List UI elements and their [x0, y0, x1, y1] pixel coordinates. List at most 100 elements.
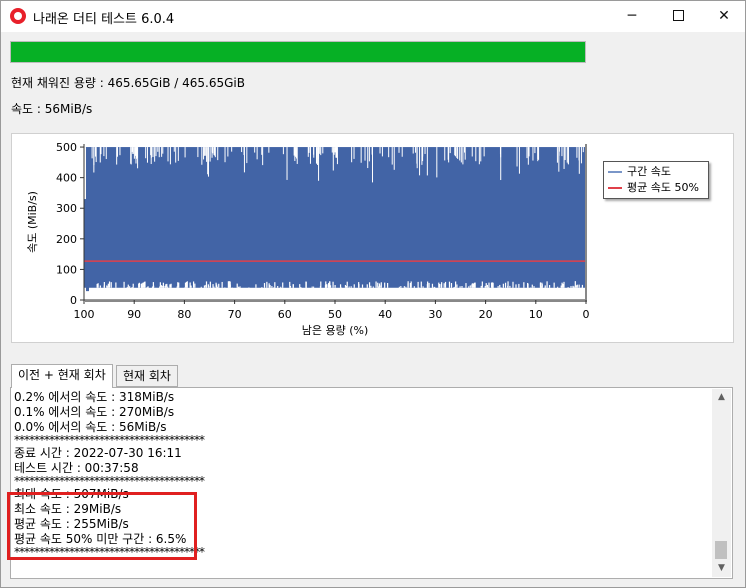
log-line: 0.2% 에서의 속도 : 318MiB/s	[14, 390, 175, 404]
speed-drop-spike	[154, 147, 156, 162]
y-axis-title: 속도 (MiB/s)	[26, 191, 39, 253]
speed-floor-notch	[123, 281, 125, 288]
speed-floor-notch	[456, 284, 458, 288]
speed-drop-spike	[388, 147, 390, 158]
speed-drop-spike	[91, 147, 93, 159]
speed-summary-highlight-box	[7, 492, 197, 560]
speed-floor-notch	[486, 284, 489, 288]
speed-floor-notch	[468, 286, 470, 288]
speed-drop-spike	[95, 147, 97, 163]
y-axis-ticks: 0 100 200 300 400 500	[56, 141, 84, 307]
speed-drop-spike	[169, 147, 171, 165]
speed-drop-spike	[372, 147, 374, 183]
speed-drop-spike	[146, 147, 148, 163]
speed-drop-spike	[296, 147, 298, 164]
speed-floor-notch	[384, 282, 386, 288]
speed-drop-spike	[315, 147, 317, 164]
speed-drop-spike	[353, 147, 355, 159]
speed-floor-notch	[192, 281, 195, 288]
speed-floor-notch	[228, 286, 230, 288]
maximize-button[interactable]	[655, 1, 701, 32]
speed-floor-notch	[274, 282, 276, 288]
log-scrollbar[interactable]: ▲ ▼	[712, 389, 731, 577]
legend-swatch	[608, 171, 622, 173]
maximize-icon	[672, 9, 684, 21]
speed-floor-notch	[339, 284, 342, 288]
scroll-up-icon[interactable]: ▲	[712, 389, 731, 406]
speed-floor-notch	[398, 286, 401, 288]
log-separator: **************************************	[14, 433, 205, 447]
speed-drop-spike	[116, 147, 118, 157]
speed-floor-notch	[375, 281, 377, 288]
speed-drop-spike	[243, 147, 245, 173]
chart-legend: 구간 속도 평균 속도 50%	[603, 161, 709, 199]
speed-floor-notch	[418, 287, 420, 288]
speed-floor-notch	[377, 286, 380, 288]
minimize-button[interactable]: ─	[609, 1, 655, 32]
log-line: 종료 시간 : 2022-07-30 16:11	[14, 446, 182, 460]
speed-drop-spike	[177, 147, 179, 161]
speed-floor-notch	[350, 286, 352, 288]
speed-drop-spike	[459, 147, 461, 161]
speed-drop-spike	[157, 147, 159, 152]
speed-floor-notch	[368, 282, 371, 288]
log-line: 0.1% 에서의 속도 : 270MiB/s	[14, 405, 175, 419]
speed-drop-spike	[167, 147, 169, 162]
speed-drop-spike	[499, 147, 501, 155]
scroll-thumb[interactable]	[715, 541, 727, 559]
speed-drop-spike	[582, 147, 584, 153]
speed-drop-spike	[103, 147, 105, 157]
speed-floor-notch	[292, 284, 294, 288]
scroll-down-icon[interactable]: ▼	[712, 560, 731, 577]
title-bar[interactable]: 나래온 더티 테스트 6.0.4 ─ ✕	[1, 1, 745, 32]
speed-drop-spike	[197, 147, 199, 158]
speed-floor-notch	[327, 284, 329, 288]
tab-previous-and-current[interactable]: 이전 + 현재 회차	[11, 364, 113, 388]
speed-floor-notch	[386, 283, 389, 288]
speed-floor-notch	[422, 286, 424, 288]
speed-floor-notch	[169, 284, 171, 288]
speed-floor-notch	[492, 283, 494, 288]
speed-floor-notch	[142, 282, 144, 288]
speed-drop-spike	[368, 147, 370, 162]
speed-floor-notch	[403, 286, 405, 288]
speed-floor-notch	[261, 287, 263, 288]
speed-drop-spike	[161, 147, 163, 157]
speed-floor-notch	[190, 285, 192, 288]
speed-drop-spike	[93, 147, 95, 166]
speed-drop-spike	[537, 147, 539, 162]
speed-drop-spike	[334, 147, 336, 153]
speed-drop-spike	[203, 147, 205, 160]
speed-drop-spike	[393, 147, 395, 170]
speed-floor-notch	[132, 283, 134, 288]
speed-floor-notch	[507, 285, 509, 288]
speed-floor-notch	[575, 285, 577, 288]
speed-drop-spike	[105, 147, 107, 160]
speed-floor-notch	[221, 281, 223, 288]
speed-floor-notch	[263, 283, 266, 288]
speed-floor-notch	[499, 284, 501, 288]
speed-floor-notch	[358, 284, 360, 288]
legend-label: 평균 속도 50%	[627, 181, 699, 194]
speed-drop-spike	[333, 147, 335, 155]
speed-drop-spike	[471, 147, 473, 157]
legend-item-interval-speed: 구간 속도	[608, 164, 671, 180]
speed-floor-notch	[207, 284, 209, 288]
speed-drop-spike	[256, 147, 258, 160]
speed-floor-notch	[531, 284, 533, 288]
speed-floor-notch	[162, 282, 164, 288]
speed-floor-notch	[203, 285, 206, 288]
speed-floor-notch	[280, 286, 282, 288]
tab-current[interactable]: 현재 회차	[116, 365, 178, 387]
app-logo-icon	[10, 8, 26, 24]
close-button[interactable]: ✕	[701, 1, 746, 32]
speed-floor-notch	[110, 282, 112, 288]
speed-floor-notch	[448, 281, 451, 288]
speed-drop-spike	[478, 147, 480, 165]
speed-drop-spike	[145, 147, 147, 159]
speed-floor-notch	[282, 282, 284, 288]
speed-drop-spike	[367, 147, 369, 169]
speed-floor-notch	[379, 285, 381, 288]
progress-fill	[11, 42, 585, 62]
speed-drop-spike	[412, 147, 414, 154]
